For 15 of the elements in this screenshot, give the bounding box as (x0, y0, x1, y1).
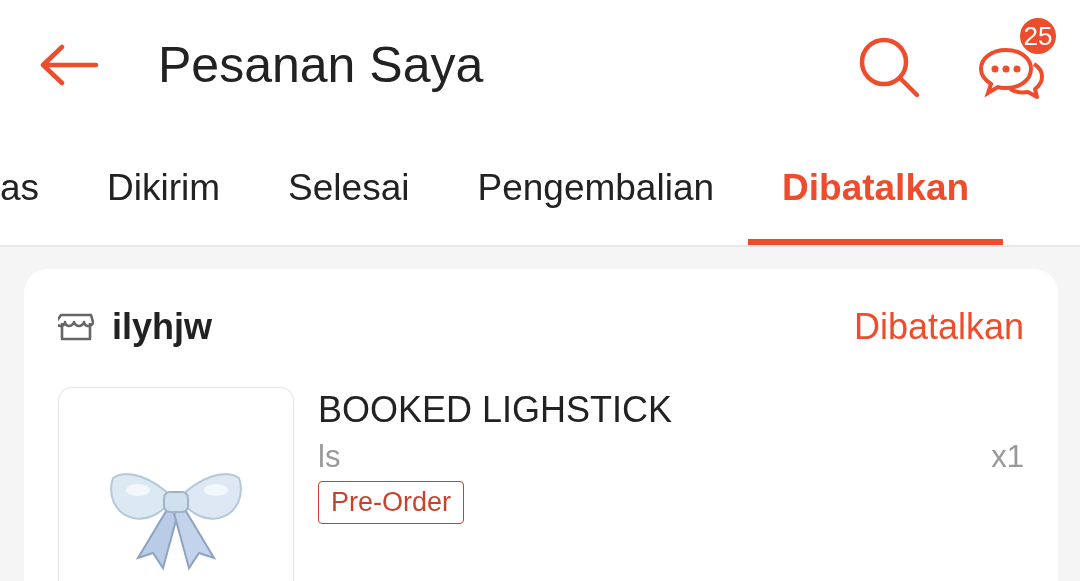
preorder-tag: Pre-Order (318, 481, 465, 524)
shop-name[interactable]: ilyhjw (112, 306, 854, 348)
page-title: Pesanan Saya (158, 36, 484, 94)
order-status: Dibatalkan (853, 306, 1024, 348)
product-name: BOOKED LIGHSTICK (318, 389, 674, 431)
notification-badge: 25 (1018, 16, 1058, 56)
product-variant: ls (318, 439, 341, 475)
tab[interactable]: Selesai (254, 130, 444, 245)
tab[interactable]: Pengembalian (443, 130, 749, 245)
tab[interactable]: Dikirim (73, 130, 255, 245)
back-icon[interactable] (38, 44, 100, 86)
shop-icon (58, 311, 94, 343)
tab[interactable]: Dibatalkan (748, 130, 1004, 245)
product-quantity: x1 (991, 439, 1024, 475)
tab[interactable]: as (0, 130, 74, 245)
